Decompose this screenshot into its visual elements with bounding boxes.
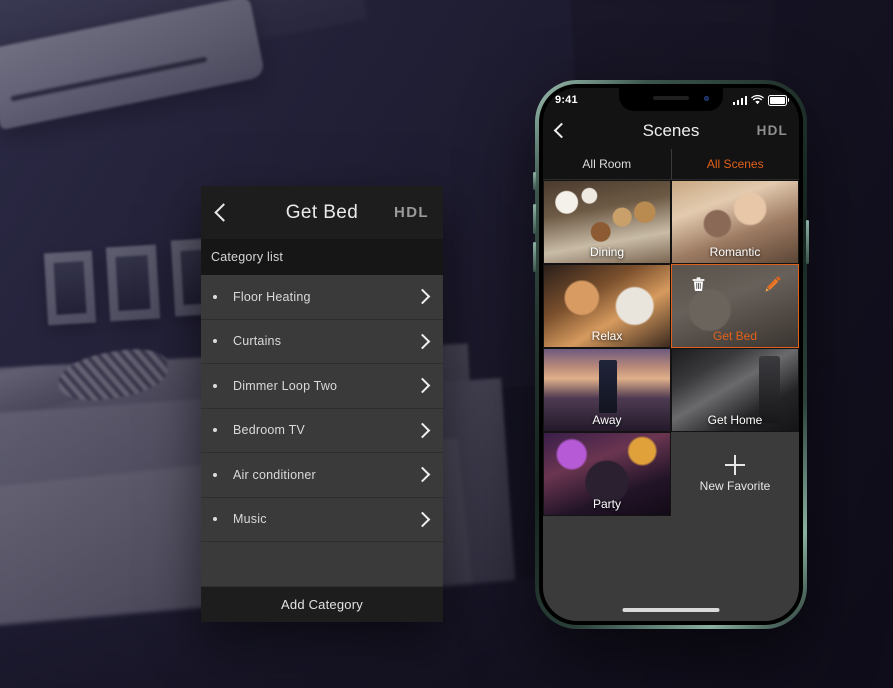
category-list-panel: Get Bed HDL Category list Floor Heating … <box>201 186 443 622</box>
home-indicator-area <box>543 587 799 621</box>
dot-icon <box>213 383 217 388</box>
chevron-left-icon <box>213 203 233 222</box>
scene-tile-party[interactable]: Party <box>543 432 671 516</box>
pencil-icon[interactable] <box>764 275 782 293</box>
add-category-button[interactable]: Add Category <box>201 587 443 622</box>
scene-tile-label: Party <box>592 497 621 511</box>
dot-icon <box>213 472 217 477</box>
volume-up-button[interactable] <box>533 204 536 234</box>
scene-tile-label: Romantic <box>709 245 761 259</box>
battery-full-icon <box>768 94 789 106</box>
category-row-curtains[interactable]: Curtains <box>201 319 443 364</box>
scene-tile-get-bed[interactable]: Get Bed <box>671 264 799 348</box>
plus-icon <box>725 455 745 475</box>
scene-tab-bar: All Room All Scenes <box>543 149 799 180</box>
app-back-button[interactable] <box>543 112 577 149</box>
category-row-floor-heating[interactable]: Floor Heating <box>201 275 443 320</box>
volume-down-button[interactable] <box>533 242 536 272</box>
chevron-right-icon <box>414 511 431 528</box>
tab-all-scenes[interactable]: All Scenes <box>670 149 800 179</box>
scene-tile-label: Get Home <box>707 413 763 427</box>
wifi-icon <box>751 95 764 105</box>
category-rows: Floor Heating Curtains Dimmer Loop Two B… <box>201 275 443 587</box>
category-row-dimmer-loop-two[interactable]: Dimmer Loop Two <box>201 364 443 409</box>
power-button[interactable] <box>806 220 809 264</box>
category-row-label: Floor Heating <box>233 289 311 304</box>
trash-icon[interactable] <box>692 277 705 291</box>
scene-tile-actions <box>672 265 798 347</box>
new-favorite-label: New Favorite <box>699 479 771 493</box>
category-row-bedroom-tv[interactable]: Bedroom TV <box>201 408 443 453</box>
mute-switch[interactable] <box>533 172 536 190</box>
cellular-signal-icon <box>732 95 747 105</box>
front-camera-icon <box>704 96 709 101</box>
dot-icon <box>213 428 217 433</box>
hdl-logo: HDL <box>393 204 429 221</box>
status-bar-clock: 9:41 <box>555 94 578 106</box>
new-favorite-button[interactable]: New Favorite <box>671 432 799 516</box>
scene-tile-label: Dining <box>589 245 625 259</box>
category-row-label: Bedroom TV <box>233 423 305 438</box>
tab-all-room[interactable]: All Room <box>543 149 671 179</box>
dot-icon <box>213 339 217 344</box>
chevron-right-icon <box>414 288 431 305</box>
phone-device: 9:41 Scenes HDL All Room All Scenes Dini… <box>533 80 809 629</box>
dot-icon <box>213 517 217 522</box>
category-row-air-conditioner[interactable]: Air conditioner <box>201 453 443 498</box>
chevron-left-icon <box>553 122 570 139</box>
category-list-label: Category list <box>211 250 284 264</box>
category-back-button[interactable] <box>201 186 241 239</box>
dot-icon <box>213 294 217 299</box>
chevron-right-icon <box>414 377 431 394</box>
scene-tile-dining[interactable]: Dining <box>543 180 671 264</box>
category-row-label: Curtains <box>233 334 282 349</box>
home-indicator[interactable] <box>622 608 720 612</box>
scene-tile-away[interactable]: Away <box>543 348 671 432</box>
scene-tile-get-home[interactable]: Get Home <box>671 348 799 432</box>
earpiece-speaker-icon <box>653 96 689 100</box>
category-row-label: Dimmer Loop Two <box>233 378 338 393</box>
chevron-right-icon <box>414 466 431 483</box>
phone-screen: 9:41 Scenes HDL All Room All Scenes Dini… <box>543 88 799 621</box>
category-list-subheader: Category list <box>201 239 443 275</box>
add-category-label: Add Category <box>281 597 363 612</box>
category-row-label: Air conditioner <box>233 467 316 482</box>
scene-tile-romantic[interactable]: Romantic <box>671 180 799 264</box>
scene-tile-label: Away <box>592 413 622 427</box>
chevron-right-icon <box>414 333 431 350</box>
category-list-empty-space <box>201 542 443 587</box>
category-panel-header: Get Bed HDL <box>201 186 443 239</box>
app-header: Scenes HDL <box>543 112 799 149</box>
chevron-right-icon <box>414 422 431 439</box>
phone-notch <box>619 88 723 111</box>
scene-grid: Dining Romantic Relax Get Bed Away Get H… <box>543 180 799 587</box>
phone-bezel: 9:41 Scenes HDL All Room All Scenes Dini… <box>539 84 803 625</box>
scene-tile-relax[interactable]: Relax <box>543 264 671 348</box>
hdl-logo: HDL <box>756 123 788 138</box>
category-row-music[interactable]: Music <box>201 497 443 542</box>
category-row-label: Music <box>233 512 267 527</box>
status-bar-indicators <box>732 94 789 106</box>
scene-tile-label: Relax <box>591 329 623 343</box>
